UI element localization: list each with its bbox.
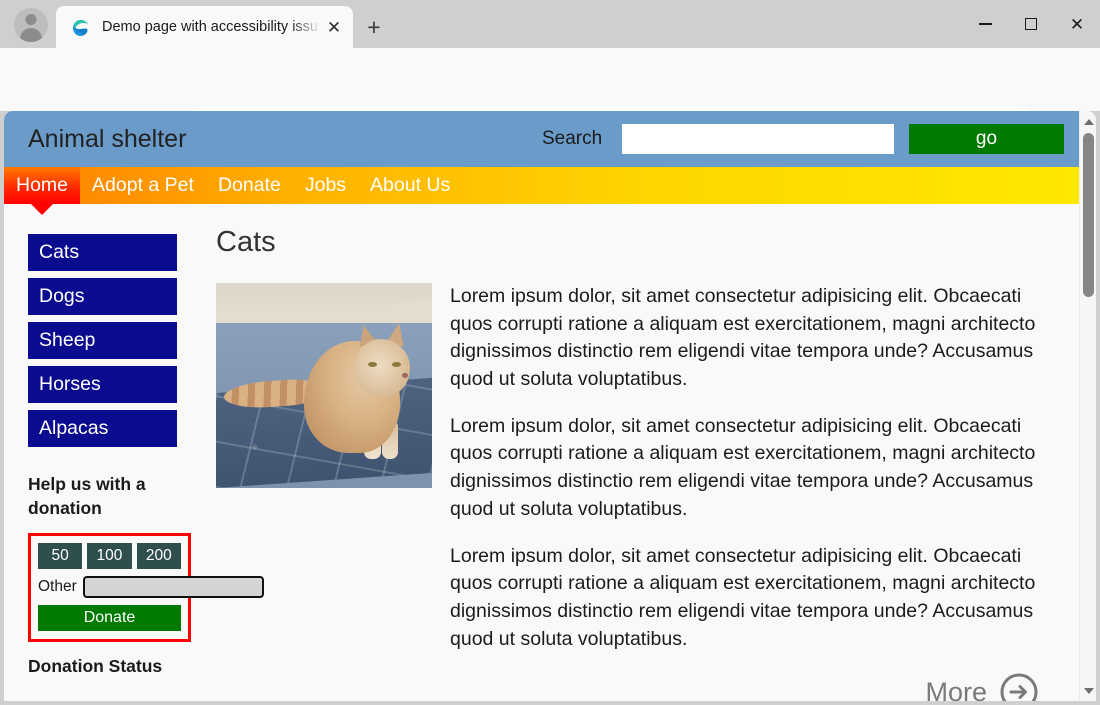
sidebar-item-cats[interactable]: Cats <box>28 234 177 271</box>
browser-toolbar: microsoftedge.github.io/Demos/devtools-a… <box>0 48 1100 149</box>
tab-title: Demo page with accessibility issu <box>102 19 318 35</box>
window-close-button[interactable]: ✕ <box>1054 0 1100 48</box>
site-header: Animal shelter Search go <box>4 111 1079 167</box>
page-body: Cats Dogs Sheep Horses Alpacas Help us w… <box>4 204 1079 701</box>
web-content-viewport: Animal shelter Search go Home Adopt a Pe… <box>4 111 1096 701</box>
new-tab-button[interactable]: + <box>360 13 388 41</box>
article-text: Lorem ipsum dolor, sit amet consectetur … <box>450 283 1051 701</box>
donation-form: 50 100 200 Other Donate <box>28 532 264 642</box>
donate-submit-button[interactable]: Donate <box>38 604 181 631</box>
search-label: Search <box>542 128 603 149</box>
donation-amount-200[interactable]: 200 <box>136 542 181 569</box>
main-content: Cats Lorem ipsum dolor, sit amet consect… <box>210 204 1079 701</box>
page-scrollbar[interactable] <box>1079 111 1096 701</box>
paragraph-1: Lorem ipsum dolor, sit amet consectetur … <box>450 285 1036 391</box>
close-icon: ✕ <box>1069 14 1085 34</box>
more-link[interactable]: More <box>450 672 1051 701</box>
profile-button[interactable] <box>12 6 50 44</box>
maximize-icon <box>1025 18 1037 30</box>
nav-item-about-us[interactable]: About Us <box>358 167 462 204</box>
maximize-button[interactable] <box>1008 0 1054 48</box>
browser-window: Demo page with accessibility issu ✕ + ✕ <box>0 0 1100 705</box>
donation-heading: Help us with a donation <box>28 474 146 518</box>
sidebar-item-horses[interactable]: Horses <box>28 366 177 403</box>
donation-amount-100[interactable]: 100 <box>87 542 132 569</box>
scrollbar-down-button[interactable] <box>1080 682 1096 699</box>
search-go-button[interactable]: go <box>909 124 1064 154</box>
site-title: Animal shelter <box>28 124 187 153</box>
edge-logo-icon <box>70 17 90 37</box>
chevron-up-icon <box>1083 118 1094 125</box>
donation-other-label: Other <box>38 577 77 595</box>
profile-avatar-icon <box>14 8 48 42</box>
nav-item-donate[interactable]: Donate <box>206 167 293 204</box>
nav-item-home[interactable]: Home <box>4 167 81 204</box>
nav-item-adopt-a-pet[interactable]: Adopt a Pet <box>80 167 206 204</box>
paragraph-2: Lorem ipsum dolor, sit amet consectetur … <box>450 414 1036 520</box>
scrollbar-thumb[interactable] <box>1083 133 1094 297</box>
paragraph-3: Lorem ipsum dolor, sit amet consectetur … <box>450 544 1036 650</box>
donation-status-heading: Donation Status <box>28 655 163 676</box>
web-page: Animal shelter Search go Home Adopt a Pe… <box>4 111 1079 701</box>
donation-amount-50[interactable]: 50 <box>38 542 83 569</box>
donation-amount-row: 50 100 200 <box>38 542 181 569</box>
site-nav: Home Adopt a Pet Donate Jobs About Us <box>4 167 1079 204</box>
browser-tab[interactable]: Demo page with accessibility issu ✕ <box>56 6 353 48</box>
sidebar-item-alpacas[interactable]: Alpacas <box>28 410 177 447</box>
minimize-button[interactable] <box>962 0 1008 48</box>
title-bar: Demo page with accessibility issu ✕ + ✕ <box>0 0 1100 48</box>
tab-close-icon[interactable]: ✕ <box>321 14 347 40</box>
sidebar-item-dogs[interactable]: Dogs <box>28 278 177 315</box>
minimize-icon <box>978 23 992 25</box>
article: Lorem ipsum dolor, sit amet consectetur … <box>216 283 1051 701</box>
sidebar-item-sheep[interactable]: Sheep <box>28 322 177 359</box>
page-title: Cats <box>216 226 276 258</box>
scrollbar-up-button[interactable] <box>1080 113 1096 130</box>
more-label: More <box>925 676 987 701</box>
cat-photo <box>216 283 432 488</box>
window-controls: ✕ <box>962 0 1100 48</box>
nav-item-jobs[interactable]: Jobs <box>293 167 358 204</box>
arrow-circle-right-icon <box>999 672 1039 701</box>
donation-other-row: Other <box>38 575 264 598</box>
chevron-down-icon <box>1083 687 1094 694</box>
search-input[interactable] <box>622 124 894 154</box>
sidebar: Cats Dogs Sheep Horses Alpacas Help us w… <box>4 204 264 701</box>
